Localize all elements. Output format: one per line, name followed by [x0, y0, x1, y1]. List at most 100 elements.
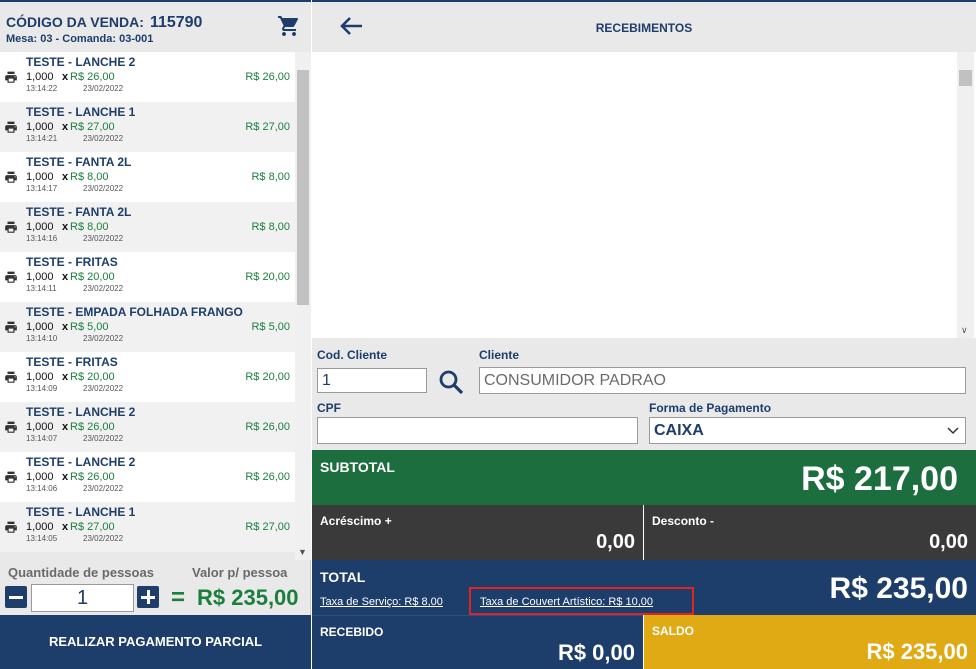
order-item-row[interactable]: TESTE - FRITAS 1,000 x R$ 20,00 13:14:09 23/0…	[0, 352, 295, 402]
printer-icon[interactable]	[4, 271, 18, 284]
item-time: 13:14:07	[26, 434, 58, 443]
couvert-fee-link[interactable]: Taxa de Couvert Artístico: R$ 10,00	[480, 596, 653, 608]
people-count-input[interactable]	[31, 584, 134, 612]
discount-panel[interactable]: Desconto - 0,00	[644, 505, 976, 560]
item-quantity: 1,000	[26, 71, 54, 83]
search-icon[interactable]	[438, 369, 464, 395]
item-unit-price: R$ 27,00	[70, 521, 115, 533]
order-items-list[interactable]: TESTE - LANCHE 2 1,000 x R$ 26,00 13:14:22 23…	[0, 52, 295, 560]
printer-icon[interactable]	[4, 321, 18, 334]
cpf-input[interactable]	[317, 417, 638, 444]
item-time: 13:14:11	[26, 284, 57, 293]
page-title: RECEBIMENTOS	[595, 21, 693, 35]
client-name-input[interactable]	[479, 367, 966, 394]
item-date: 23/02/2022	[83, 484, 124, 493]
item-time: 13:14:22	[26, 84, 58, 93]
item-times-sign: x	[62, 221, 69, 233]
item-times-sign: x	[62, 521, 69, 533]
table-info: Mesa: 03 - Comanda: 03-001	[6, 33, 154, 45]
printer-icon[interactable]	[4, 421, 18, 434]
item-times-sign: x	[62, 371, 69, 383]
item-time: 13:14:05	[26, 534, 58, 543]
item-quantity: 1,000	[26, 521, 54, 533]
item-date: 23/02/2022	[83, 134, 124, 143]
item-total-price: R$ 26,00	[245, 421, 290, 433]
per-person-label: Valor p/ pessoa	[192, 565, 288, 580]
per-person-value: R$ 235,00	[197, 585, 299, 610]
order-item-row[interactable]: TESTE - LANCHE 2 1,000 x R$ 26,00 13:14:07 23…	[0, 402, 295, 452]
items-scrollbar[interactable]: ▼	[295, 52, 311, 560]
printer-icon[interactable]	[4, 471, 18, 484]
printer-icon[interactable]	[4, 521, 18, 534]
item-time: 13:14:16	[26, 234, 58, 243]
item-name: TESTE - LANCHE 2	[26, 55, 136, 69]
decrease-people-button[interactable]	[5, 586, 27, 608]
discount-label: Desconto -	[652, 514, 715, 528]
item-total-price: R$ 8,00	[251, 171, 290, 183]
item-time: 13:14:09	[26, 384, 58, 393]
item-unit-price: R$ 27,00	[70, 121, 115, 133]
printer-icon[interactable]	[4, 71, 18, 84]
scrollbar-thumb[interactable]	[297, 70, 309, 305]
discount-value: 0,00	[929, 531, 968, 553]
order-header: CÓDIGO DA VENDA: 115790 Mesa: 03 - Comand…	[0, 0, 311, 52]
scroll-down-icon[interactable]: ▼	[298, 547, 307, 557]
receipts-scrollbar[interactable]: ∨	[957, 52, 974, 338]
item-quantity: 1,000	[26, 471, 54, 483]
item-total-price: R$ 20,00	[245, 371, 290, 383]
client-code-input[interactable]	[317, 368, 427, 393]
received-label: RECEBIDO	[320, 625, 384, 639]
printer-icon[interactable]	[4, 371, 18, 384]
order-item-row[interactable]: TESTE - FANTA 2L 1,000 x R$ 8,00 13:14:16 23/…	[0, 202, 295, 252]
item-name: TESTE - LANCHE 1	[26, 505, 136, 519]
item-times-sign: x	[62, 321, 69, 333]
item-times-sign: x	[62, 171, 69, 183]
item-quantity: 1,000	[26, 221, 54, 233]
surcharge-panel[interactable]: Acréscimo + 0,00	[312, 505, 643, 560]
partial-payment-button[interactable]: REALIZAR PAGAMENTO PARCIAL	[0, 615, 311, 669]
item-total-price: R$ 5,00	[251, 321, 290, 333]
order-item-row[interactable]: TESTE - EMPADA FOLHADA FRANGO 1,000 x R$ 5,…	[0, 302, 295, 352]
printer-icon[interactable]	[4, 221, 18, 234]
order-item-row[interactable]: TESTE - LANCHE 1 1,000 x R$ 27,00 13:14:21 23…	[0, 102, 295, 152]
receipts-list	[312, 52, 976, 338]
item-name: TESTE - FRITAS	[26, 255, 118, 269]
scroll-down-icon[interactable]: ∨	[961, 325, 968, 336]
item-time: 13:14:10	[26, 334, 58, 343]
item-name: TESTE - LANCHE 2	[26, 405, 136, 419]
item-unit-price: R$ 20,00	[70, 271, 115, 283]
total-panel: TOTAL R$ 235,00 Taxa de Serviço: R$ 8,00…	[312, 560, 976, 615]
equals-sign: =	[171, 584, 186, 611]
item-name: TESTE - LANCHE 2	[26, 455, 136, 469]
payment-method-select[interactable]: CAIXA	[649, 417, 966, 444]
service-fee-link[interactable]: Taxa de Serviço: R$ 8,00	[320, 596, 443, 608]
printer-icon[interactable]	[4, 121, 18, 134]
sale-code-value: 115790	[149, 14, 203, 31]
order-item-row[interactable]: TESTE - LANCHE 2 1,000 x R$ 26,00 13:14:22 23…	[0, 52, 295, 102]
item-quantity: 1,000	[26, 271, 54, 283]
printer-icon[interactable]	[4, 171, 18, 184]
item-total-price: R$ 27,00	[245, 521, 290, 533]
item-unit-price: R$ 8,00	[70, 171, 109, 183]
item-total-price: R$ 8,00	[251, 221, 290, 233]
item-unit-price: R$ 26,00	[70, 421, 115, 433]
item-quantity: 1,000	[26, 171, 54, 183]
received-panel: RECEBIDO R$ 0,00	[312, 615, 643, 669]
item-times-sign: x	[62, 471, 69, 483]
scrollbar-thumb[interactable]	[959, 70, 972, 86]
item-date: 23/02/2022	[83, 434, 124, 443]
item-date: 23/02/2022	[83, 284, 124, 293]
increase-people-button[interactable]	[137, 586, 159, 608]
shopping-cart-icon[interactable]	[276, 14, 302, 38]
people-count-label: Quantidade de pessoas	[8, 565, 154, 580]
item-date: 23/02/2022	[83, 84, 124, 93]
order-panel: CÓDIGO DA VENDA: 115790 Mesa: 03 - Comand…	[0, 0, 311, 669]
item-date: 23/02/2022	[83, 234, 124, 243]
order-item-row[interactable]: TESTE - FANTA 2L 1,000 x R$ 8,00 13:14:17 23/…	[0, 152, 295, 202]
order-item-row[interactable]: TESTE - LANCHE 2 1,000 x R$ 26,00 13:14:06 23…	[0, 452, 295, 502]
order-item-row[interactable]: TESTE - LANCHE 1 1,000 x R$ 27,00 13:14:05 23…	[0, 502, 295, 552]
item-unit-price: R$ 8,00	[70, 221, 109, 233]
item-time: 13:14:21	[26, 134, 58, 143]
order-item-row[interactable]: TESTE - FRITAS 1,000 x R$ 20,00 13:14:11 23/0…	[0, 252, 295, 302]
chevron-down-icon	[947, 427, 959, 435]
